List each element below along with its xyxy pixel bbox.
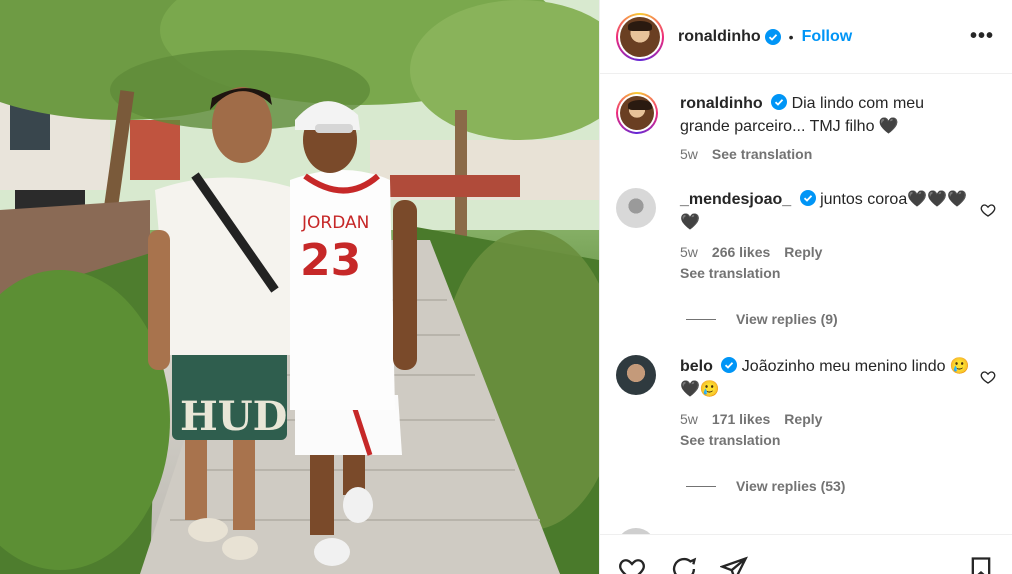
avatar-image bbox=[620, 96, 654, 130]
comment-likes[interactable]: 171 likes bbox=[712, 411, 770, 427]
comment-time[interactable]: 5w bbox=[680, 411, 698, 427]
comments-list: ronaldinho Dia lindo com meu grande parc… bbox=[600, 74, 1012, 534]
replies-divider bbox=[686, 485, 716, 487]
caption-username[interactable]: ronaldinho bbox=[680, 95, 763, 112]
comment-icon[interactable] bbox=[670, 555, 698, 574]
commenter-avatar[interactable] bbox=[616, 188, 656, 228]
photo-illustration: HUD JORDAN 23 bbox=[0, 0, 599, 574]
verified-badge-icon bbox=[764, 28, 781, 45]
post-header: ronaldinho • Follow ••• bbox=[600, 0, 1012, 74]
commenter-avatar[interactable] bbox=[616, 355, 656, 395]
view-replies-label: View replies (9) bbox=[736, 311, 838, 327]
comment-time[interactable]: 5w bbox=[680, 244, 698, 260]
shorts-text: HUD bbox=[180, 393, 287, 440]
more-options-icon[interactable]: ••• bbox=[970, 25, 994, 48]
replies-divider bbox=[686, 318, 716, 320]
view-replies-button[interactable]: View replies (9) bbox=[686, 311, 996, 327]
like-heart-icon[interactable] bbox=[980, 369, 996, 385]
avatar-image bbox=[620, 16, 660, 57]
verified-badge-icon bbox=[771, 94, 788, 110]
like-heart-icon[interactable] bbox=[618, 555, 646, 574]
caption: ronaldinho Dia lindo com meu grande parc… bbox=[616, 92, 996, 162]
verified-badge-icon bbox=[721, 357, 738, 373]
author-username[interactable]: ronaldinho bbox=[678, 28, 761, 46]
like-heart-icon[interactable] bbox=[980, 202, 996, 218]
action-bar bbox=[600, 534, 1012, 574]
comment-item: _mendesjoao_ juntos coroa🖤🖤🖤🖤 5w 266 lik… bbox=[616, 188, 996, 281]
reply-button[interactable]: Reply bbox=[784, 244, 822, 260]
view-replies-button[interactable]: View replies (53) bbox=[686, 478, 996, 494]
commenter-username[interactable]: _mendesjoao_ bbox=[680, 191, 791, 208]
follow-button[interactable]: Follow bbox=[802, 28, 853, 46]
comments-panel: ronaldinho • Follow ••• ronaldinho Dia l… bbox=[599, 0, 1012, 574]
caption-time[interactable]: 5w bbox=[680, 146, 698, 162]
see-translation-link[interactable]: See translation bbox=[712, 146, 812, 162]
caption-avatar[interactable] bbox=[616, 92, 658, 134]
commenter-username[interactable]: belo bbox=[680, 358, 713, 375]
verified-badge-icon bbox=[799, 190, 816, 206]
reply-button[interactable]: Reply bbox=[784, 411, 822, 427]
see-translation-link[interactable]: See translation bbox=[680, 265, 970, 281]
view-replies-label: View replies (53) bbox=[736, 478, 846, 494]
author-avatar[interactable] bbox=[616, 12, 664, 61]
see-translation-link[interactable]: See translation bbox=[680, 432, 970, 448]
jersey-text: JORDAN bbox=[301, 213, 369, 233]
comment-likes[interactable]: 266 likes bbox=[712, 244, 770, 260]
comment-item: belo Joãozinho meu menino lindo 🥲🖤🥲 5w 1… bbox=[616, 355, 996, 448]
post-photo[interactable]: HUD JORDAN 23 bbox=[0, 0, 599, 574]
jersey-number: 23 bbox=[300, 235, 361, 286]
share-icon[interactable] bbox=[720, 555, 748, 574]
separator-dot: • bbox=[788, 28, 794, 45]
save-bookmark-icon[interactable] bbox=[967, 555, 995, 574]
